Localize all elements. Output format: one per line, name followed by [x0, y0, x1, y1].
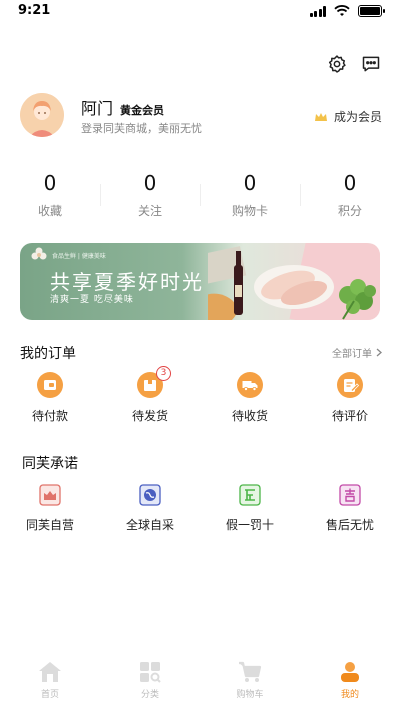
stat-label: 积分 — [337, 204, 362, 218]
status-icons — [309, 5, 385, 17]
stat-following[interactable]: 0 关注 — [100, 170, 200, 226]
avatar[interactable] — [20, 93, 64, 137]
profile-subtitle: 登录同芙商城，美丽无忧 — [81, 122, 202, 135]
review-icon — [337, 372, 363, 398]
package-icon: 3 — [137, 366, 171, 398]
home-icon — [38, 660, 62, 684]
promise-after-sales[interactable]: 售后无忧 — [300, 482, 400, 533]
orders-grid: 待付款 3 待发货 待收货 待评价 — [0, 366, 400, 424]
stat-gift-cards[interactable]: 0 购物卡 — [200, 170, 300, 226]
order-pending-receipt[interactable]: 待收货 — [200, 372, 300, 424]
guarantee-icon — [237, 482, 263, 508]
crown-icon — [314, 112, 327, 121]
promise-title: 同芙承诺 — [22, 456, 78, 472]
message-icon[interactable] — [360, 53, 382, 75]
stat-label: 收藏 — [37, 204, 62, 218]
promise-label: 全球自采 — [125, 518, 174, 532]
promise-label: 售后无忧 — [325, 518, 374, 532]
stat-value: 0 — [43, 171, 57, 195]
banner-flower-icon — [31, 247, 47, 260]
after-sales-icon — [337, 482, 363, 508]
all-orders-link[interactable]: 全部订单 — [332, 345, 382, 360]
banner-title: 共享夏季好时光 — [50, 270, 204, 294]
orders-title: 我的订单 — [20, 346, 76, 362]
order-label: 待评价 — [331, 409, 368, 423]
become-member-button[interactable]: 成为会员 — [314, 108, 382, 125]
order-badge: 3 — [156, 366, 171, 381]
promise-label: 假一罚十 — [225, 518, 274, 532]
order-pending-review[interactable]: 待评价 — [300, 372, 400, 424]
my-page: 9:21 阿门 黄金会员 登录同芙商城，美丽无忧 成为会员 0 收藏 0 关注 … — [0, 0, 400, 710]
promo-banner[interactable]: 食品生鲜 | 健康美味 共享夏季好时光 清爽一夏 吃尽美味 — [20, 243, 380, 320]
username: 阿门 — [81, 99, 114, 118]
cart-icon — [238, 660, 262, 684]
promise-grid: 同芙自营 全球自采 假一罚十 售后无忧 — [0, 482, 400, 533]
order-label: 待发货 — [131, 409, 168, 423]
tab-bar: 首页 分类 购物车 我的 — [0, 660, 400, 710]
settings-icon[interactable] — [326, 53, 348, 75]
wifi-icon — [334, 5, 350, 16]
tab-profile[interactable]: 我的 — [300, 660, 400, 710]
tab-label: 我的 — [340, 690, 359, 700]
stat-value: 0 — [343, 171, 357, 195]
member-level: 黄金会员 — [120, 104, 165, 117]
status-bar: 9:21 — [0, 0, 400, 24]
stats-row: 0 收藏 0 关注 0 购物卡 0 积分 — [0, 170, 400, 226]
order-label: 待收货 — [231, 409, 268, 423]
wallet-icon — [37, 372, 63, 398]
order-label: 待付款 — [31, 409, 68, 423]
signal-icon — [309, 5, 326, 17]
promise-label: 同芙自营 — [25, 518, 74, 532]
become-member-label: 成为会员 — [333, 110, 382, 124]
banner-subtitle: 清爽一夏 吃尽美味 — [50, 295, 134, 305]
store-icon — [37, 482, 63, 508]
stat-label: 购物卡 — [231, 204, 268, 218]
battery-icon — [358, 5, 385, 17]
promise-self-operated[interactable]: 同芙自营 — [0, 482, 100, 533]
tab-home[interactable]: 首页 — [0, 660, 100, 710]
chevron-right-icon — [376, 348, 382, 357]
all-orders-label: 全部订单 — [332, 349, 372, 360]
order-pending-shipment[interactable]: 3 待发货 — [100, 366, 200, 424]
banner-small-text: 食品生鲜 | 健康美味 — [52, 253, 106, 260]
tab-label: 分类 — [140, 690, 159, 700]
stat-label: 关注 — [137, 204, 162, 218]
profile-icon — [338, 660, 362, 684]
tab-label: 购物车 — [236, 690, 264, 700]
top-actions — [326, 53, 382, 75]
stat-favorites[interactable]: 0 收藏 — [0, 170, 100, 226]
category-icon — [138, 660, 162, 684]
promise-counterfeit-guarantee[interactable]: 假一罚十 — [200, 482, 300, 533]
order-pending-payment[interactable]: 待付款 — [0, 372, 100, 424]
truck-icon — [237, 372, 263, 398]
promise-global-sourcing[interactable]: 全球自采 — [100, 482, 200, 533]
banner-food-image — [208, 243, 380, 320]
status-time: 9:21 — [18, 3, 51, 18]
globe-icon — [137, 482, 163, 508]
tab-cart[interactable]: 购物车 — [200, 660, 300, 710]
stat-value: 0 — [243, 171, 257, 195]
tab-label: 首页 — [40, 690, 59, 700]
tab-category[interactable]: 分类 — [100, 660, 200, 710]
profile-header[interactable]: 阿门 黄金会员 登录同芙商城，美丽无忧 成为会员 — [20, 93, 382, 139]
stat-points[interactable]: 0 积分 — [300, 170, 400, 226]
name-line: 阿门 黄金会员 — [81, 95, 164, 119]
stat-value: 0 — [143, 171, 157, 195]
